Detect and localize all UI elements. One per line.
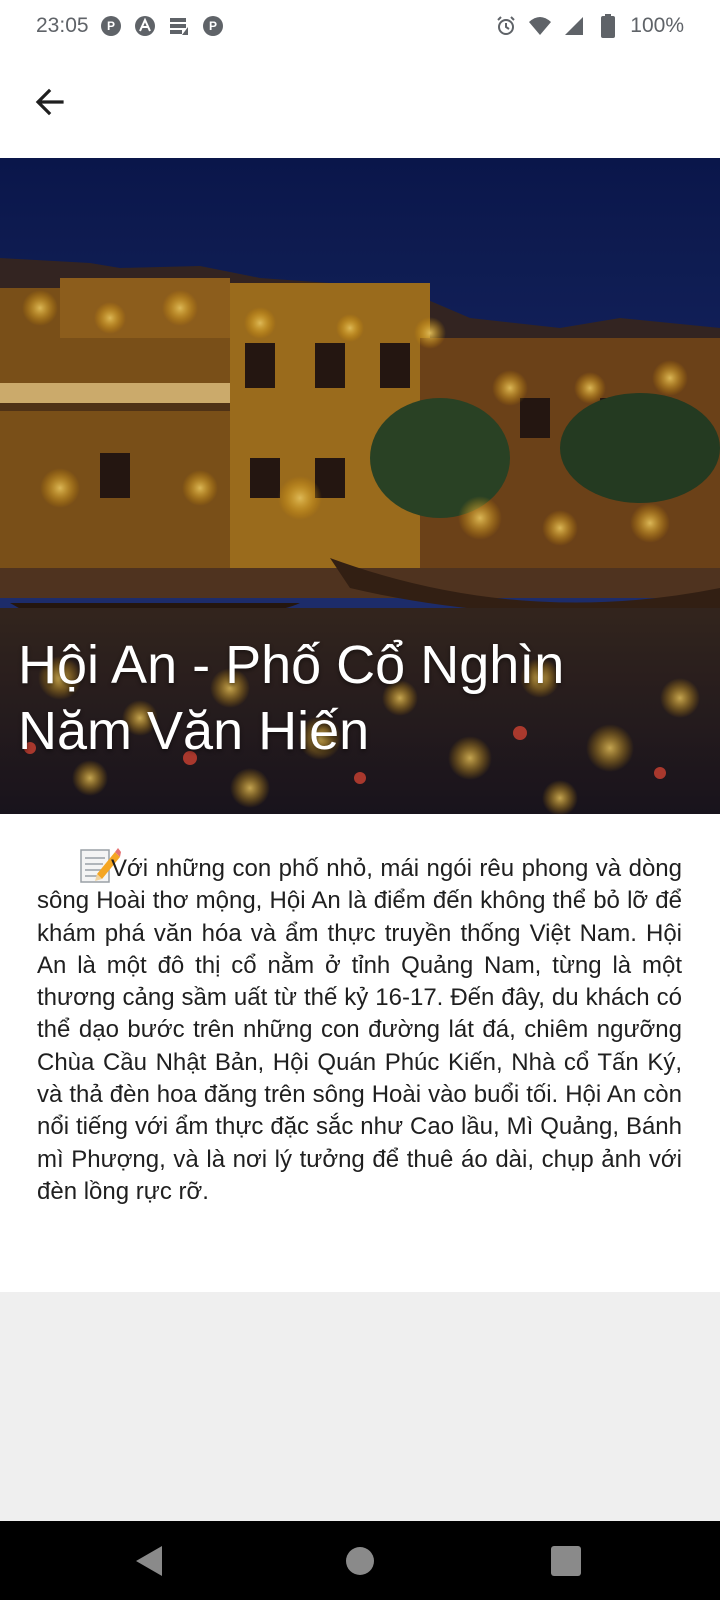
back-button[interactable] <box>22 74 78 130</box>
hero-image: Hội An - Phố Cổ Nghìn Năm Văn Hiến <box>0 158 720 814</box>
status-bar-right: 100% <box>494 14 684 38</box>
wifi-icon <box>528 14 552 38</box>
system-nav-bar <box>0 1521 720 1600</box>
article-body-text: Với những con phố nhỏ, mái ngói rêu phon… <box>37 855 682 1205</box>
article-content: Với những con phố nhỏ, mái ngói rêu phon… <box>0 814 720 1292</box>
status-bar-left: 23:05 P P <box>36 14 225 38</box>
memo-pencil-icon <box>57 844 121 884</box>
alarm-icon <box>494 14 518 38</box>
article-title: Hội An - Phố Cổ Nghìn Năm Văn Hiến <box>18 635 565 761</box>
app-notification-icon: P <box>99 14 123 38</box>
svg-text:P: P <box>209 19 217 33</box>
signal-icon <box>562 14 586 38</box>
recents-square-icon <box>551 1546 581 1576</box>
app-bar <box>0 52 720 158</box>
back-triangle-icon <box>136 1546 162 1576</box>
arrow-back-icon <box>35 88 64 116</box>
article-body: Với những con phố nhỏ, mái ngói rêu phon… <box>37 844 682 1208</box>
status-bar: 23:05 P P 100% <box>0 0 720 52</box>
battery-percent: 100% <box>630 14 684 37</box>
nav-recents-button[interactable] <box>544 1539 588 1583</box>
storage-icon <box>167 14 191 38</box>
battery-icon <box>596 14 620 38</box>
status-time: 23:05 <box>36 14 89 37</box>
app-a-icon <box>133 14 157 38</box>
nav-back-button[interactable] <box>128 1539 172 1583</box>
svg-text:P: P <box>107 19 115 33</box>
home-circle-icon <box>346 1547 374 1575</box>
nav-home-button[interactable] <box>338 1539 382 1583</box>
app-notification-icon: P <box>201 14 225 38</box>
